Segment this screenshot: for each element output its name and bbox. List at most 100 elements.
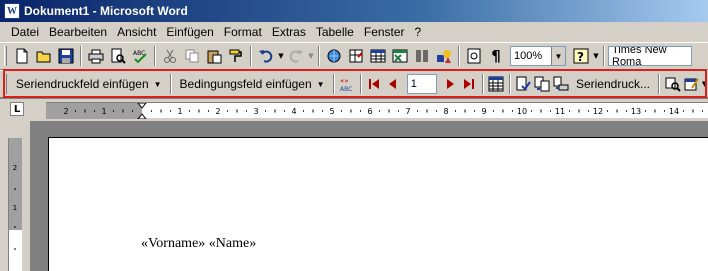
menu-ansicht[interactable]: Ansicht bbox=[112, 25, 161, 39]
zoom-dropdown-arrow[interactable]: ▼ bbox=[551, 47, 565, 65]
separator bbox=[603, 46, 605, 66]
document-area: «Vorname» «Name» bbox=[30, 121, 708, 271]
tab-selector-button[interactable]: L bbox=[10, 102, 24, 116]
ruler-number: 5 bbox=[329, 107, 334, 116]
insert-table-icon[interactable] bbox=[367, 45, 389, 67]
font-combo[interactable]: Times New Roma bbox=[608, 46, 692, 66]
ruler-row: L 2 1 1 2 3 4 5 6 7 8 9 10 11 12 13 14 bbox=[0, 99, 708, 121]
mailmerge-toolbar: Seriendruckfeld einfügen ▼ Bedingungsfeld… bbox=[0, 70, 708, 98]
edit-data-source-icon[interactable] bbox=[682, 73, 701, 95]
new-document-icon[interactable] bbox=[11, 45, 33, 67]
insert-merge-field-label: Seriendruckfeld einfügen bbox=[15, 77, 149, 91]
svg-text:1: 1 bbox=[13, 204, 17, 212]
merge-button[interactable]: Seriendruck... bbox=[571, 73, 655, 95]
last-record-icon[interactable] bbox=[460, 73, 479, 95]
merge-fields-text[interactable]: «Vorname» «Name» bbox=[141, 236, 256, 252]
print-icon[interactable] bbox=[85, 45, 107, 67]
redo-icon[interactable] bbox=[285, 45, 307, 67]
menu-tabelle[interactable]: Tabelle bbox=[311, 25, 359, 39]
toolbar-grip[interactable] bbox=[4, 46, 7, 66]
menu-extras[interactable]: Extras bbox=[267, 25, 311, 39]
copy-icon[interactable] bbox=[181, 45, 203, 67]
separator bbox=[169, 74, 172, 94]
word-app-icon[interactable]: W bbox=[4, 3, 20, 19]
undo-dropdown-arrow[interactable]: ▼ bbox=[277, 52, 285, 60]
tables-borders-icon[interactable] bbox=[345, 45, 367, 67]
record-number-value: 1 bbox=[410, 78, 417, 90]
insert-word-field-button[interactable]: Bedingungsfeld einfügen ▼ bbox=[175, 73, 330, 95]
separator bbox=[359, 74, 362, 94]
vertical-ruler[interactable]: 2 1 bbox=[8, 138, 22, 271]
paste-icon[interactable] bbox=[203, 45, 225, 67]
separator bbox=[154, 46, 156, 66]
spellcheck-icon[interactable]: ABC bbox=[129, 45, 151, 67]
check-errors-icon[interactable] bbox=[514, 73, 533, 95]
ruler-number: 8 bbox=[443, 107, 448, 116]
menu-datei[interactable]: Datei bbox=[6, 25, 44, 39]
drawing-icon[interactable] bbox=[433, 45, 455, 67]
chevron-down-icon: ▼ bbox=[153, 79, 162, 89]
help-dropdown-arrow[interactable]: ▼ bbox=[592, 52, 600, 60]
insert-excel-icon[interactable] bbox=[389, 45, 411, 67]
ruler-number: 1 bbox=[177, 107, 182, 116]
ruler-number: 1 bbox=[101, 107, 106, 116]
document-page[interactable]: «Vorname» «Name» bbox=[48, 137, 708, 271]
menu-bearbeiten[interactable]: Bearbeiten bbox=[44, 25, 112, 39]
ruler-number: 9 bbox=[481, 107, 486, 116]
chevron-down-icon: ▼ bbox=[316, 79, 325, 89]
next-record-icon[interactable] bbox=[441, 73, 460, 95]
format-painter-icon[interactable] bbox=[225, 45, 247, 67]
standard-toolbar: ABC ▼ ▼ ¶ 100% ▼ ? ▼ Times New Roma bbox=[0, 42, 708, 70]
separator bbox=[318, 46, 320, 66]
ruler-number: 2 bbox=[215, 107, 220, 116]
ruler-number: 2 bbox=[63, 107, 68, 116]
insert-merge-field-button[interactable]: Seriendruckfeld einfügen ▼ bbox=[11, 73, 167, 95]
redo-dropdown-arrow[interactable]: ▼ bbox=[307, 52, 315, 60]
svg-text:?: ? bbox=[577, 50, 584, 64]
first-record-icon[interactable] bbox=[365, 73, 384, 95]
cut-icon[interactable] bbox=[159, 45, 181, 67]
menu-bar: Datei Bearbeiten Ansicht Einfügen Format… bbox=[0, 22, 708, 42]
separator bbox=[481, 74, 484, 94]
document-map-icon[interactable] bbox=[463, 45, 485, 67]
show-hide-icon[interactable]: ¶ bbox=[485, 45, 507, 67]
insert-word-field-label: Bedingungsfeld einfügen bbox=[179, 77, 312, 91]
horizontal-ruler[interactable]: 2 1 1 2 3 4 5 6 7 8 9 10 11 12 13 14 bbox=[46, 102, 708, 119]
svg-text:2: 2 bbox=[13, 164, 17, 172]
separator bbox=[508, 74, 511, 94]
print-preview-icon[interactable] bbox=[107, 45, 129, 67]
undo-icon[interactable] bbox=[255, 45, 277, 67]
separator bbox=[332, 74, 335, 94]
ruler-ticks: 2 1 1 2 3 4 5 6 7 8 9 10 11 12 13 14 bbox=[63, 103, 703, 119]
help-icon[interactable]: ? bbox=[570, 45, 592, 67]
menu-fenster[interactable]: Fenster bbox=[359, 25, 410, 39]
separator bbox=[658, 74, 661, 94]
toolbar-options-arrow[interactable]: ▼ bbox=[701, 80, 708, 88]
merge-to-printer-icon[interactable] bbox=[552, 73, 571, 95]
previous-record-icon[interactable] bbox=[384, 73, 403, 95]
toolbar-grip[interactable] bbox=[4, 74, 7, 94]
separator bbox=[80, 46, 82, 66]
ruler-number: 11 bbox=[555, 107, 565, 116]
svg-text:ABC: ABC bbox=[340, 86, 352, 92]
window-title: Dokument1 - Microsoft Word bbox=[24, 4, 188, 18]
columns-icon[interactable] bbox=[411, 45, 433, 67]
ruler-number: 13 bbox=[631, 107, 641, 116]
query-options-icon[interactable] bbox=[663, 73, 682, 95]
open-folder-icon[interactable] bbox=[33, 45, 55, 67]
merge-to-new-document-icon[interactable] bbox=[533, 73, 552, 95]
save-icon[interactable] bbox=[55, 45, 77, 67]
record-number-input[interactable]: 1 bbox=[406, 74, 437, 94]
title-bar: W Dokument1 - Microsoft Word bbox=[0, 0, 708, 22]
separator bbox=[250, 46, 252, 66]
ruler-number: 6 bbox=[367, 107, 372, 116]
ruler-number: 12 bbox=[593, 107, 603, 116]
view-merged-data-icon[interactable]: «» ABC bbox=[338, 73, 357, 95]
mail-merge-helper-icon[interactable] bbox=[487, 73, 506, 95]
hyperlink-icon[interactable] bbox=[323, 45, 345, 67]
indent-marker[interactable] bbox=[137, 103, 147, 119]
zoom-combo[interactable]: 100% ▼ bbox=[510, 46, 566, 66]
menu-help[interactable]: ? bbox=[410, 25, 427, 39]
menu-format[interactable]: Format bbox=[219, 25, 267, 39]
menu-einfuegen[interactable]: Einfügen bbox=[161, 25, 218, 39]
